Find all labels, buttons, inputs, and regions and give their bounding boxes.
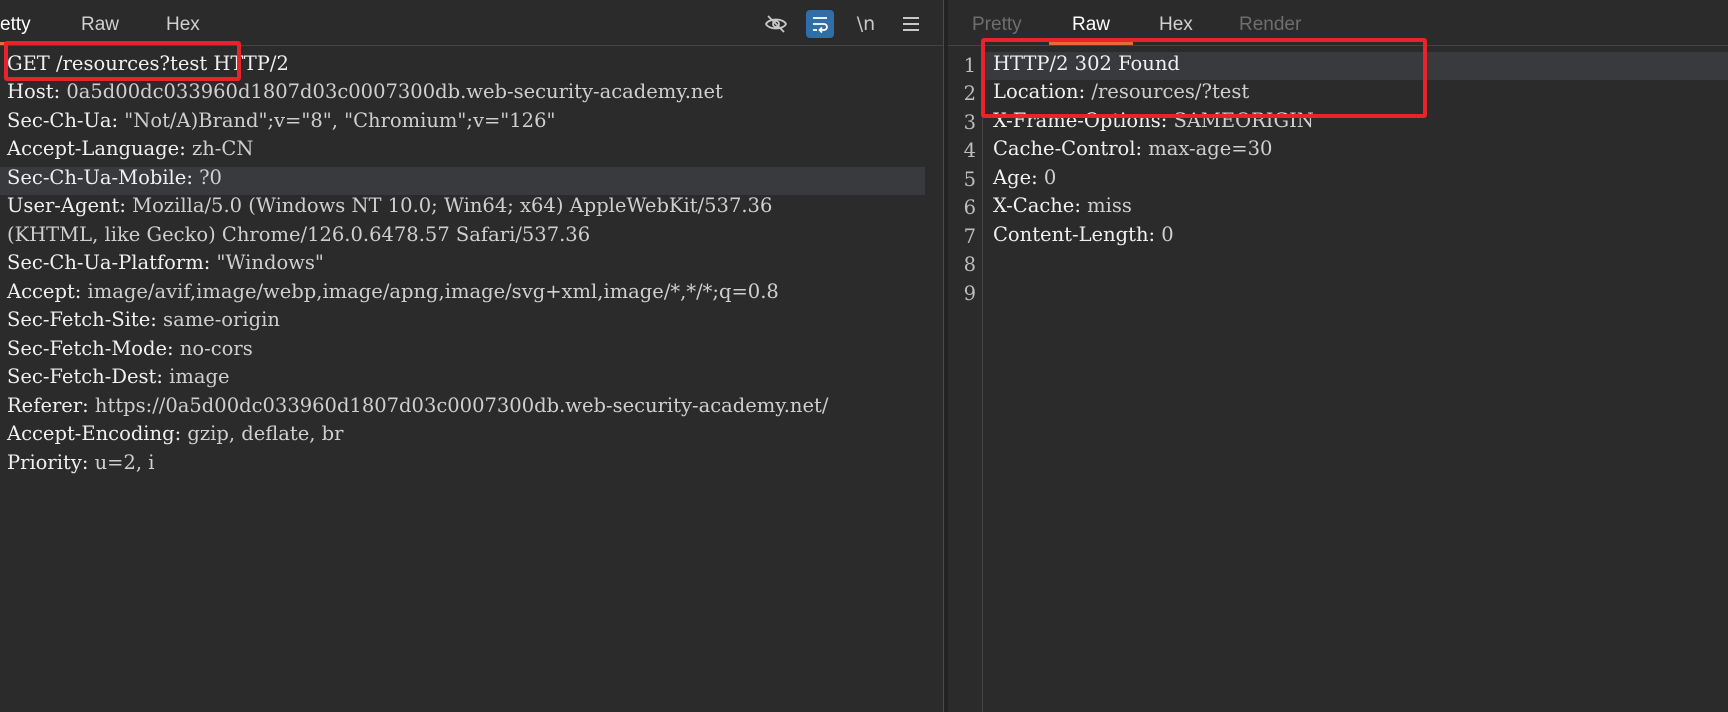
tab-raw[interactable]: Raw — [81, 14, 119, 36]
tab-render[interactable]: Render — [1239, 14, 1301, 36]
header-line: User-Agent: Mozilla/5.0 (Windows NT 10.0… — [7, 194, 773, 217]
hamburger-menu-icon[interactable] — [897, 10, 925, 38]
request-pane: etty Raw Hex \n GET /resources?test HTTP… — [0, 0, 943, 712]
header-line: Accept-Language: zh-CN — [7, 137, 254, 160]
word-wrap-icon[interactable] — [806, 10, 834, 38]
active-tab-indicator — [0, 42, 46, 45]
active-tab-indicator — [1049, 42, 1133, 45]
header-line: Sec-Fetch-Site: same-origin — [7, 308, 280, 331]
line-number: 3 — [963, 111, 976, 134]
line-number: 8 — [963, 253, 976, 276]
tab-pretty[interactable]: etty — [0, 14, 31, 36]
request-line: GET /resources?test HTTP/2 — [7, 52, 289, 75]
tab-pretty[interactable]: Pretty — [972, 14, 1022, 36]
line-number-gutter: 1 2 3 4 5 6 7 8 9 — [948, 46, 983, 712]
request-tabbar: etty Raw Hex \n — [0, 0, 943, 46]
line-number: 5 — [963, 168, 976, 191]
line-number: 7 — [963, 225, 976, 248]
line-number: 6 — [963, 196, 976, 219]
header-line: Sec-Ch-Ua-Mobile: ?0 — [7, 166, 222, 189]
status-line: HTTP/2 302 Found — [993, 52, 1180, 75]
header-line: X-Frame-Options: SAMEORIGIN — [993, 109, 1314, 132]
header-line: Cache-Control: max-age=30 — [993, 137, 1273, 160]
header-line: Sec-Ch-Ua-Platform: "Windows" — [7, 251, 324, 274]
line-number: 4 — [963, 139, 976, 162]
header-line: Accept-Encoding: gzip, deflate, br — [7, 422, 344, 445]
line-number: 1 — [963, 54, 976, 77]
tab-raw[interactable]: Raw — [1072, 14, 1110, 36]
response-tabbar: Pretty Raw Hex Render — [948, 0, 1728, 46]
tab-hex[interactable]: Hex — [166, 14, 200, 36]
header-line: Content-Length: 0 — [993, 223, 1174, 246]
header-line: Accept: image/avif,image/webp,image/apng… — [7, 280, 779, 303]
tab-hex[interactable]: Hex — [1159, 14, 1193, 36]
line-number: 9 — [963, 282, 976, 305]
eye-slash-icon[interactable] — [762, 10, 790, 38]
header-line: Sec-Fetch-Dest: image — [7, 365, 230, 388]
newline-toggle-button[interactable]: \n — [852, 10, 880, 38]
header-line: X-Cache: miss — [993, 194, 1132, 217]
header-line: Referer: https://0a5d00dc033960d1807d03c… — [7, 394, 829, 417]
header-line: Age: 0 — [993, 166, 1057, 189]
header-line: Sec-Fetch-Mode: no-cors — [7, 337, 253, 360]
line-number: 2 — [963, 82, 976, 105]
response-pane: Pretty Raw Hex Render 1 2 3 4 5 6 7 8 9 … — [948, 0, 1728, 712]
header-line-wrapped: (KHTML, like Gecko) Chrome/126.0.6478.57… — [7, 223, 591, 246]
header-line: Priority: u=2, i — [7, 451, 155, 474]
header-line: Location: /resources/?test — [993, 80, 1250, 103]
header-line: Host: 0a5d00dc033960d1807d03c0007300db.w… — [7, 80, 723, 103]
header-line: Sec-Ch-Ua: "Not/A)Brand";v="8", "Chromiu… — [7, 109, 556, 132]
